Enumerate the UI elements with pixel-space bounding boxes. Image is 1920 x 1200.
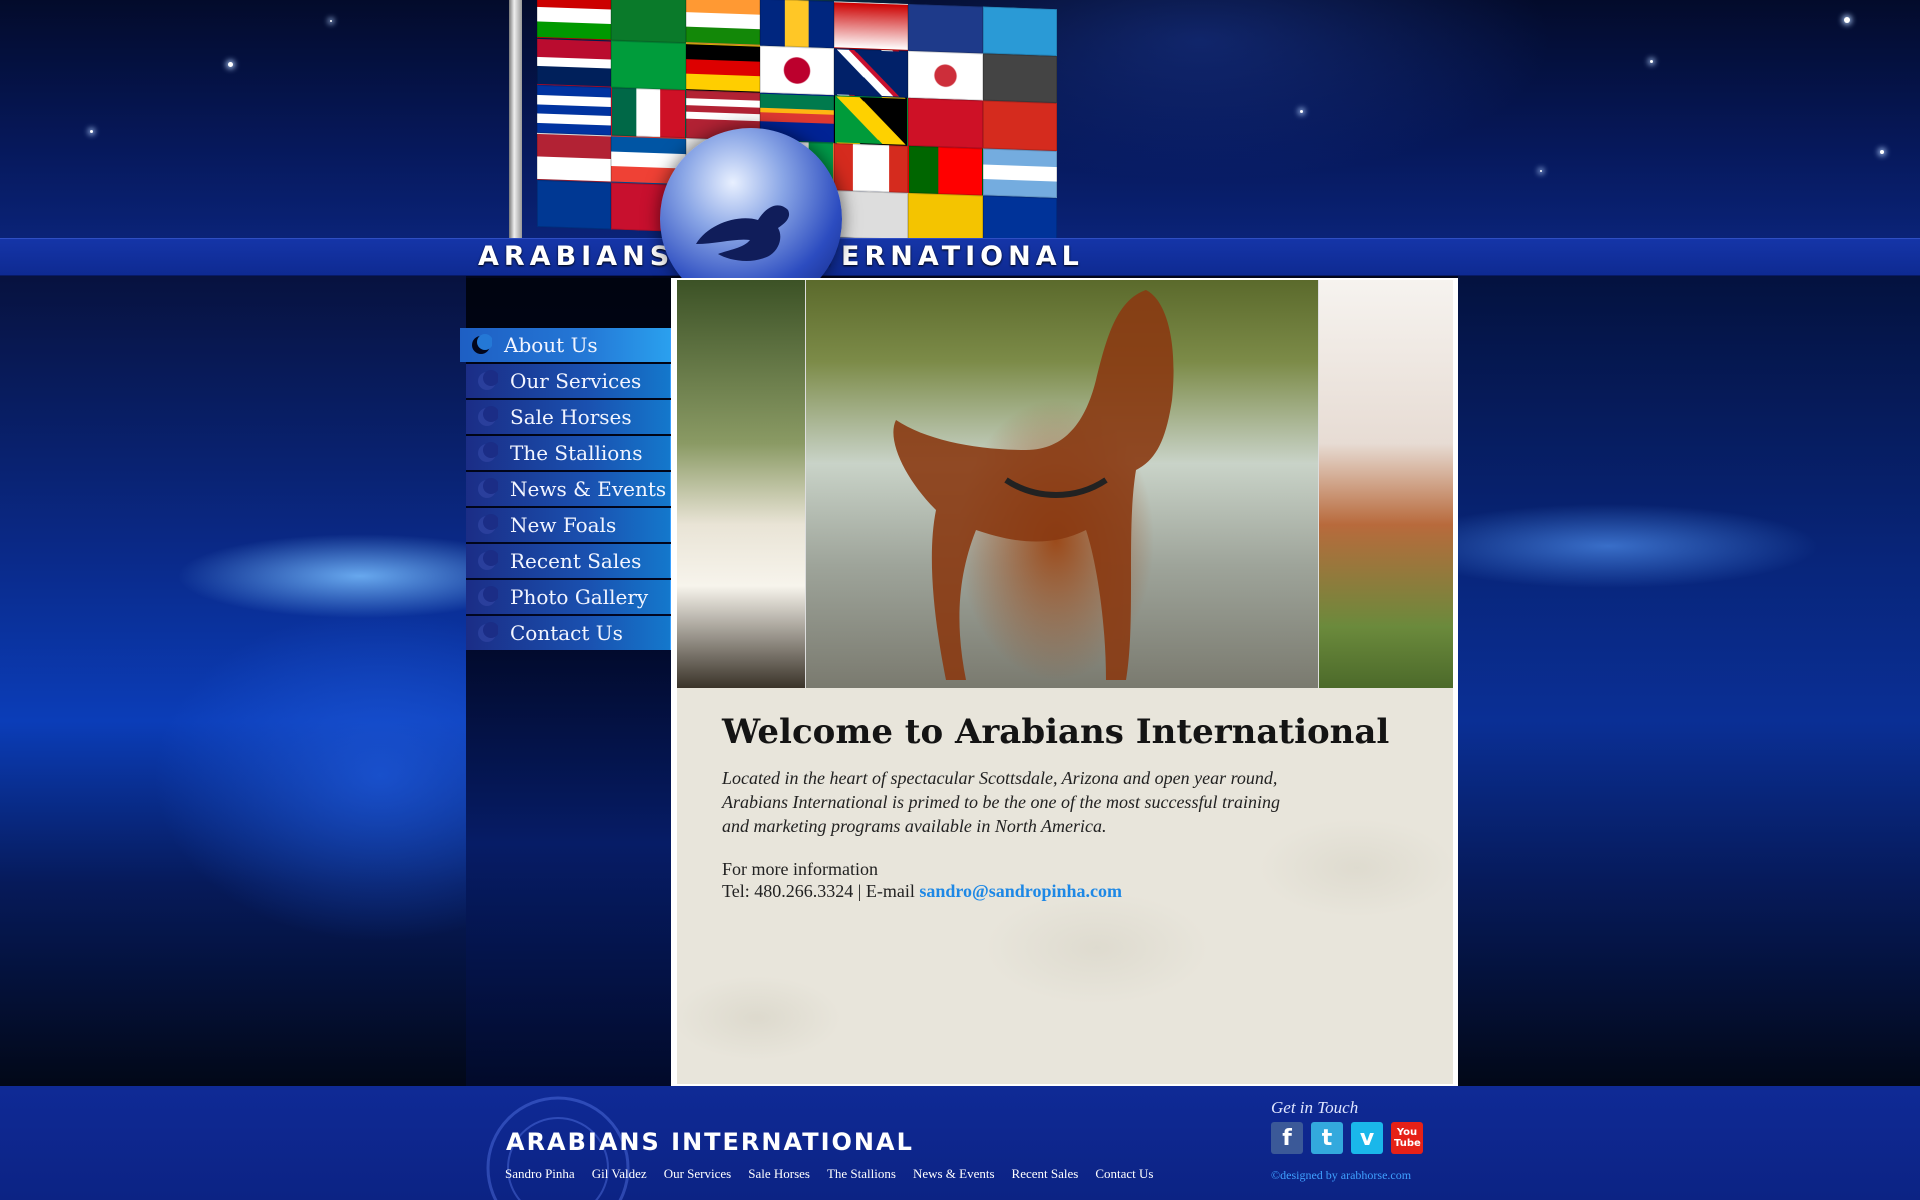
footer-link-sale-horses[interactable]: Sale Horses — [748, 1166, 810, 1182]
horse-silhouette-icon — [696, 205, 790, 261]
footer-navigation: Sandro Pinha Gil Valdez Our Services Sale H… — [505, 1166, 1153, 1182]
footer-link-gil-valdez[interactable]: Gil Valdez — [592, 1166, 647, 1182]
nav-item-label: Recent Sales — [510, 549, 642, 573]
social-links: f t v You Tube — [1271, 1122, 1423, 1154]
footer-link-recent-sales[interactable]: Recent Sales — [1012, 1166, 1079, 1182]
nav-item-about-us[interactable]: About Us — [460, 328, 671, 362]
nav-item-label: The Stallions — [510, 441, 643, 465]
footer-link-our-services[interactable]: Our Services — [664, 1166, 732, 1182]
star-decoration — [1650, 60, 1653, 63]
star-decoration — [330, 20, 332, 22]
nav-item-label: Contact Us — [510, 621, 623, 645]
nav-item-label: Photo Gallery — [510, 585, 649, 609]
crescent-moon-icon — [476, 514, 499, 536]
nav-item-photo-gallery[interactable]: Photo Gallery — [466, 580, 671, 614]
crescent-moon-icon — [476, 370, 499, 392]
nav-item-new-foals[interactable]: New Foals — [466, 508, 671, 542]
nav-item-contact-us[interactable]: Contact Us — [466, 616, 671, 650]
horse-illustration-icon — [893, 290, 1174, 680]
flag-pole — [509, 0, 522, 240]
night-sea-right-background — [1458, 276, 1920, 1086]
star-decoration — [1540, 170, 1542, 172]
crescent-moon-icon — [476, 586, 499, 608]
crescent-moon-icon — [476, 442, 499, 464]
facebook-icon[interactable]: f — [1271, 1122, 1303, 1154]
nav-item-recent-sales[interactable]: Recent Sales — [466, 544, 671, 578]
nav-item-label: New Foals — [510, 513, 617, 537]
nav-item-our-services[interactable]: Our Services — [466, 364, 671, 398]
footer — [0, 1086, 1920, 1200]
crescent-moon-icon — [470, 334, 493, 356]
contact-line: Tel: 480.266.3324 | E-mail sandro@sandro… — [722, 881, 1122, 902]
nav-item-label: Sale Horses — [510, 405, 632, 429]
crescent-moon-icon — [476, 550, 499, 572]
nav-item-label: About Us — [504, 333, 598, 357]
more-info-label: For more information — [722, 859, 878, 879]
vimeo-icon-glyph: v — [1359, 1125, 1375, 1151]
nav-item-news-events[interactable]: News & Events — [466, 472, 671, 506]
main-navigation: About Us Our Services Sale Horses The Stall… — [460, 328, 671, 652]
star-decoration — [90, 130, 93, 133]
footer-link-sandro-pinha[interactable]: Sandro Pinha — [505, 1166, 575, 1182]
footer-link-the-stallions[interactable]: The Stallions — [827, 1166, 896, 1182]
twitter-icon[interactable]: t — [1311, 1122, 1343, 1154]
nav-item-label: News & Events — [510, 477, 667, 501]
crescent-moon-icon — [476, 406, 499, 428]
footer-logo[interactable]: ARABIANS INTERNATIONAL — [506, 1128, 914, 1156]
email-link[interactable]: sandro@sandropinha.com — [919, 881, 1122, 901]
footer-link-news-events[interactable]: News & Events — [913, 1166, 995, 1182]
photo-horse-right — [1319, 280, 1453, 688]
night-sea-left-background — [0, 276, 466, 1086]
vimeo-icon[interactable]: v — [1351, 1122, 1383, 1154]
photo-handler-left — [677, 280, 805, 688]
twitter-icon-glyph: t — [1321, 1125, 1333, 1151]
nav-item-label: Our Services — [510, 369, 642, 393]
footer-link-contact-us[interactable]: Contact Us — [1095, 1166, 1153, 1182]
logo-word-arabians: ARABIANS — [478, 241, 675, 272]
star-decoration — [1300, 110, 1303, 113]
youtube-icon-glyph: You Tube — [1394, 1127, 1421, 1149]
star-decoration — [228, 62, 233, 67]
get-in-touch-label: Get in Touch — [1271, 1098, 1359, 1117]
hero-photo-strip — [677, 280, 1453, 688]
facebook-icon-glyph: f — [1282, 1125, 1292, 1151]
designer-credit-link[interactable]: ©designed by arabhorse.com — [1271, 1168, 1411, 1183]
crescent-moon-icon — [476, 478, 499, 500]
photo-arabian-stallion — [805, 280, 1319, 688]
star-decoration — [1844, 17, 1850, 23]
intro-paragraph: Located in the heart of spectacular Scot… — [722, 768, 1280, 836]
crescent-moon-icon — [476, 622, 499, 644]
star-decoration — [1880, 150, 1884, 154]
page-title: Welcome to Arabians International — [722, 712, 1390, 752]
nav-item-the-stallions[interactable]: The Stallions — [466, 436, 671, 470]
phone-text: Tel: 480.266.3324 | E-mail — [722, 881, 920, 901]
nav-item-sale-horses[interactable]: Sale Horses — [466, 400, 671, 434]
youtube-icon[interactable]: You Tube — [1391, 1122, 1423, 1154]
